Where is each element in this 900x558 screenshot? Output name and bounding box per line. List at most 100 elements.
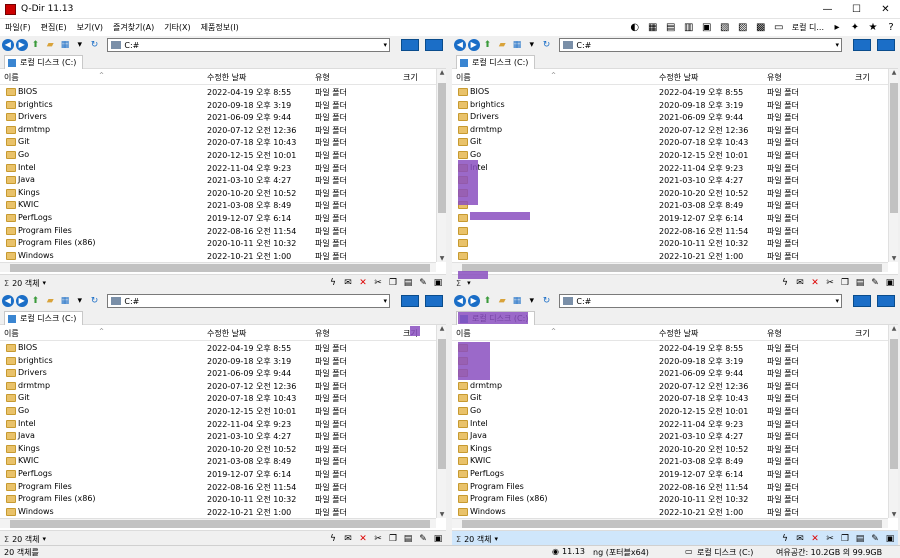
- computer-icon[interactable]: ▭: [773, 22, 785, 34]
- path-input[interactable]: C:# ▾: [107, 294, 390, 308]
- list-item[interactable]: Program Files (x86) 2020-10-11 오전 10:32 …: [452, 493, 888, 506]
- list-item[interactable]: drmtmp 2020-07-12 오전 12:36 파일 폴더: [0, 124, 436, 137]
- cut-icon[interactable]: ✂: [824, 533, 836, 545]
- list-item[interactable]: 2021-03-10 오후 4:27 파일 폴더: [452, 174, 888, 187]
- list-item[interactable]: KWIC 2021-03-08 오후 8:49 파일 폴더: [452, 455, 888, 468]
- delete-icon[interactable]: ✕: [809, 533, 821, 545]
- lightning-icon[interactable]: ϟ: [779, 277, 791, 289]
- scroll-up-icon[interactable]: ▲: [437, 69, 447, 76]
- menu-view[interactable]: 보기(V): [72, 22, 108, 33]
- list-item[interactable]: Windows 2022-10-21 오전 1:00 파일 폴더: [0, 250, 436, 262]
- cut-icon[interactable]: ✂: [372, 533, 384, 545]
- view-mode-icon[interactable]: ▦: [511, 295, 523, 307]
- list-item[interactable]: Windows 2022-10-21 오전 1:00 파일 폴더: [0, 506, 436, 518]
- paste-icon[interactable]: ▤: [402, 533, 414, 545]
- column-type[interactable]: 유형: [315, 328, 330, 339]
- tab-local-disk[interactable]: 로컬 디스크 (C:): [4, 55, 84, 69]
- mail-icon[interactable]: ✉: [794, 277, 806, 289]
- column-name[interactable]: 이름: [456, 72, 471, 83]
- list-item[interactable]: Git 2020-07-18 오후 10:43 파일 폴더: [452, 136, 888, 149]
- forward-arrow-icon[interactable]: ▶: [467, 295, 480, 307]
- forward-arrow-icon[interactable]: ▶: [467, 39, 480, 51]
- up-folder-icon[interactable]: ⬆: [482, 39, 494, 51]
- close-button[interactable]: ✕: [871, 0, 900, 19]
- chevron-down-icon[interactable]: ▾: [467, 279, 471, 287]
- list-item[interactable]: Intel 2022-11-04 오후 9:23 파일 폴더: [0, 418, 436, 431]
- scroll-down-icon[interactable]: ▼: [889, 511, 899, 518]
- horizontal-scrollbar[interactable]: [0, 518, 436, 528]
- list-item[interactable]: Program Files 2022-08-16 오전 11:54 파일 폴더: [0, 225, 436, 238]
- chevron-down-icon[interactable]: ▾: [43, 535, 47, 543]
- chevron-down-icon[interactable]: ▾: [383, 297, 387, 305]
- back-arrow-icon[interactable]: ◀: [454, 39, 466, 51]
- list-item[interactable]: Java 2021-03-10 오후 4:27 파일 폴더: [0, 430, 436, 443]
- list-item[interactable]: Git 2020-07-18 오후 10:43 파일 폴더: [0, 392, 436, 405]
- scroll-thumb[interactable]: [438, 339, 446, 469]
- grid-icon[interactable]: ▤: [665, 22, 677, 34]
- lightning-icon[interactable]: ϟ: [327, 533, 339, 545]
- scroll-thumb[interactable]: [462, 264, 882, 272]
- layout-icon[interactable]: ▦: [647, 22, 659, 34]
- chevron-down-icon[interactable]: ▾: [74, 295, 86, 307]
- column-name[interactable]: 이름: [4, 72, 19, 83]
- horizontal-scrollbar[interactable]: [0, 262, 436, 272]
- cut-icon[interactable]: ✂: [372, 277, 384, 289]
- refresh-icon[interactable]: ↻: [541, 295, 553, 307]
- mail-icon[interactable]: ✉: [794, 533, 806, 545]
- window-icon[interactable]: ▣: [884, 277, 896, 289]
- menu-info[interactable]: 제품정보(I): [196, 22, 244, 33]
- tab-local-disk[interactable]: 로컬 디스크 (C:): [456, 55, 536, 69]
- scroll-thumb[interactable]: [438, 83, 446, 213]
- chevron-down-icon[interactable]: ▾: [74, 39, 86, 51]
- view-mode-icon[interactable]: ▦: [59, 39, 71, 51]
- chevron-down-icon[interactable]: ▾: [835, 41, 839, 49]
- window-icon[interactable]: ▣: [432, 277, 444, 289]
- chevron-down-icon[interactable]: ▾: [383, 41, 387, 49]
- lightning-icon[interactable]: ϟ: [327, 277, 339, 289]
- menu-file[interactable]: 파일(F): [0, 22, 36, 33]
- list-item[interactable]: Program Files (x86) 2020-10-11 오전 10:32 …: [0, 237, 436, 250]
- list-item[interactable]: Go 2020-12-15 오전 10:01 파일 폴더: [452, 149, 888, 162]
- mail-icon[interactable]: ✉: [342, 277, 354, 289]
- list-item[interactable]: 2022-04-19 오후 8:55 파일 폴더: [452, 342, 888, 355]
- scroll-up-icon[interactable]: ▲: [889, 325, 899, 332]
- refresh-icon[interactable]: ↻: [541, 39, 553, 51]
- edit-icon[interactable]: ✎: [869, 533, 881, 545]
- vertical-scrollbar[interactable]: ▲ ▼: [436, 69, 446, 262]
- grid-icon[interactable]: ▩: [755, 22, 767, 34]
- list-item[interactable]: Drivers 2021-06-09 오후 9:44 파일 폴더: [0, 111, 436, 124]
- list-item[interactable]: Go 2020-12-15 오전 10:01 파일 폴더: [452, 405, 888, 418]
- tab-local-disk[interactable]: 로컬 디스크 (C:): [4, 311, 84, 325]
- column-type[interactable]: 유형: [767, 328, 782, 339]
- grid-icon[interactable]: ▥: [683, 22, 695, 34]
- lightning-icon[interactable]: ϟ: [779, 533, 791, 545]
- list-item[interactable]: Intel 2022-11-04 오후 9:23 파일 폴더: [0, 162, 436, 175]
- list-item[interactable]: brightics 2020-09-18 오후 3:19 파일 폴더: [452, 99, 888, 112]
- list-item[interactable]: Git 2020-07-18 오후 10:43 파일 폴더: [452, 392, 888, 405]
- copy-icon[interactable]: ❐: [387, 277, 399, 289]
- column-name[interactable]: 이름: [4, 328, 19, 339]
- list-item[interactable]: Java 2021-03-10 오후 4:27 파일 폴더: [0, 174, 436, 187]
- list-item[interactable]: drmtmp 2020-07-12 오전 12:36 파일 폴더: [452, 380, 888, 393]
- list-item[interactable]: Kings 2020-10-20 오전 10:52 파일 폴더: [0, 187, 436, 200]
- list-item[interactable]: Program Files 2022-08-16 오전 11:54 파일 폴더: [452, 481, 888, 494]
- column-size[interactable]: 크기: [403, 72, 418, 83]
- up-folder-icon[interactable]: ⬆: [482, 295, 494, 307]
- folder-icon[interactable]: ▰: [44, 295, 56, 307]
- delete-icon[interactable]: ✕: [357, 533, 369, 545]
- menu-edit[interactable]: 편집(E): [36, 22, 72, 33]
- scroll-up-icon[interactable]: ▲: [889, 69, 899, 76]
- delete-icon[interactable]: ✕: [357, 277, 369, 289]
- list-item[interactable]: 2020-10-20 오전 10:52 파일 폴더: [452, 187, 888, 200]
- list-item[interactable]: PerfLogs 2019-12-07 오후 6:14 파일 폴더: [0, 212, 436, 225]
- monitor-icon[interactable]: [424, 295, 443, 307]
- window-icon[interactable]: ▣: [432, 533, 444, 545]
- list-item[interactable]: KWIC 2021-03-08 오후 8:49 파일 폴더: [0, 199, 436, 212]
- back-arrow-icon[interactable]: ◀: [2, 39, 14, 51]
- mail-icon[interactable]: ✉: [342, 533, 354, 545]
- grid-icon[interactable]: ▣: [701, 22, 713, 34]
- copy-icon[interactable]: ❐: [839, 277, 851, 289]
- list-item[interactable]: drmtmp 2020-07-12 오전 12:36 파일 폴더: [452, 124, 888, 137]
- column-date[interactable]: 수정한 날짜: [659, 72, 698, 83]
- list-item[interactable]: BIOS 2022-04-19 오후 8:55 파일 폴더: [452, 86, 888, 99]
